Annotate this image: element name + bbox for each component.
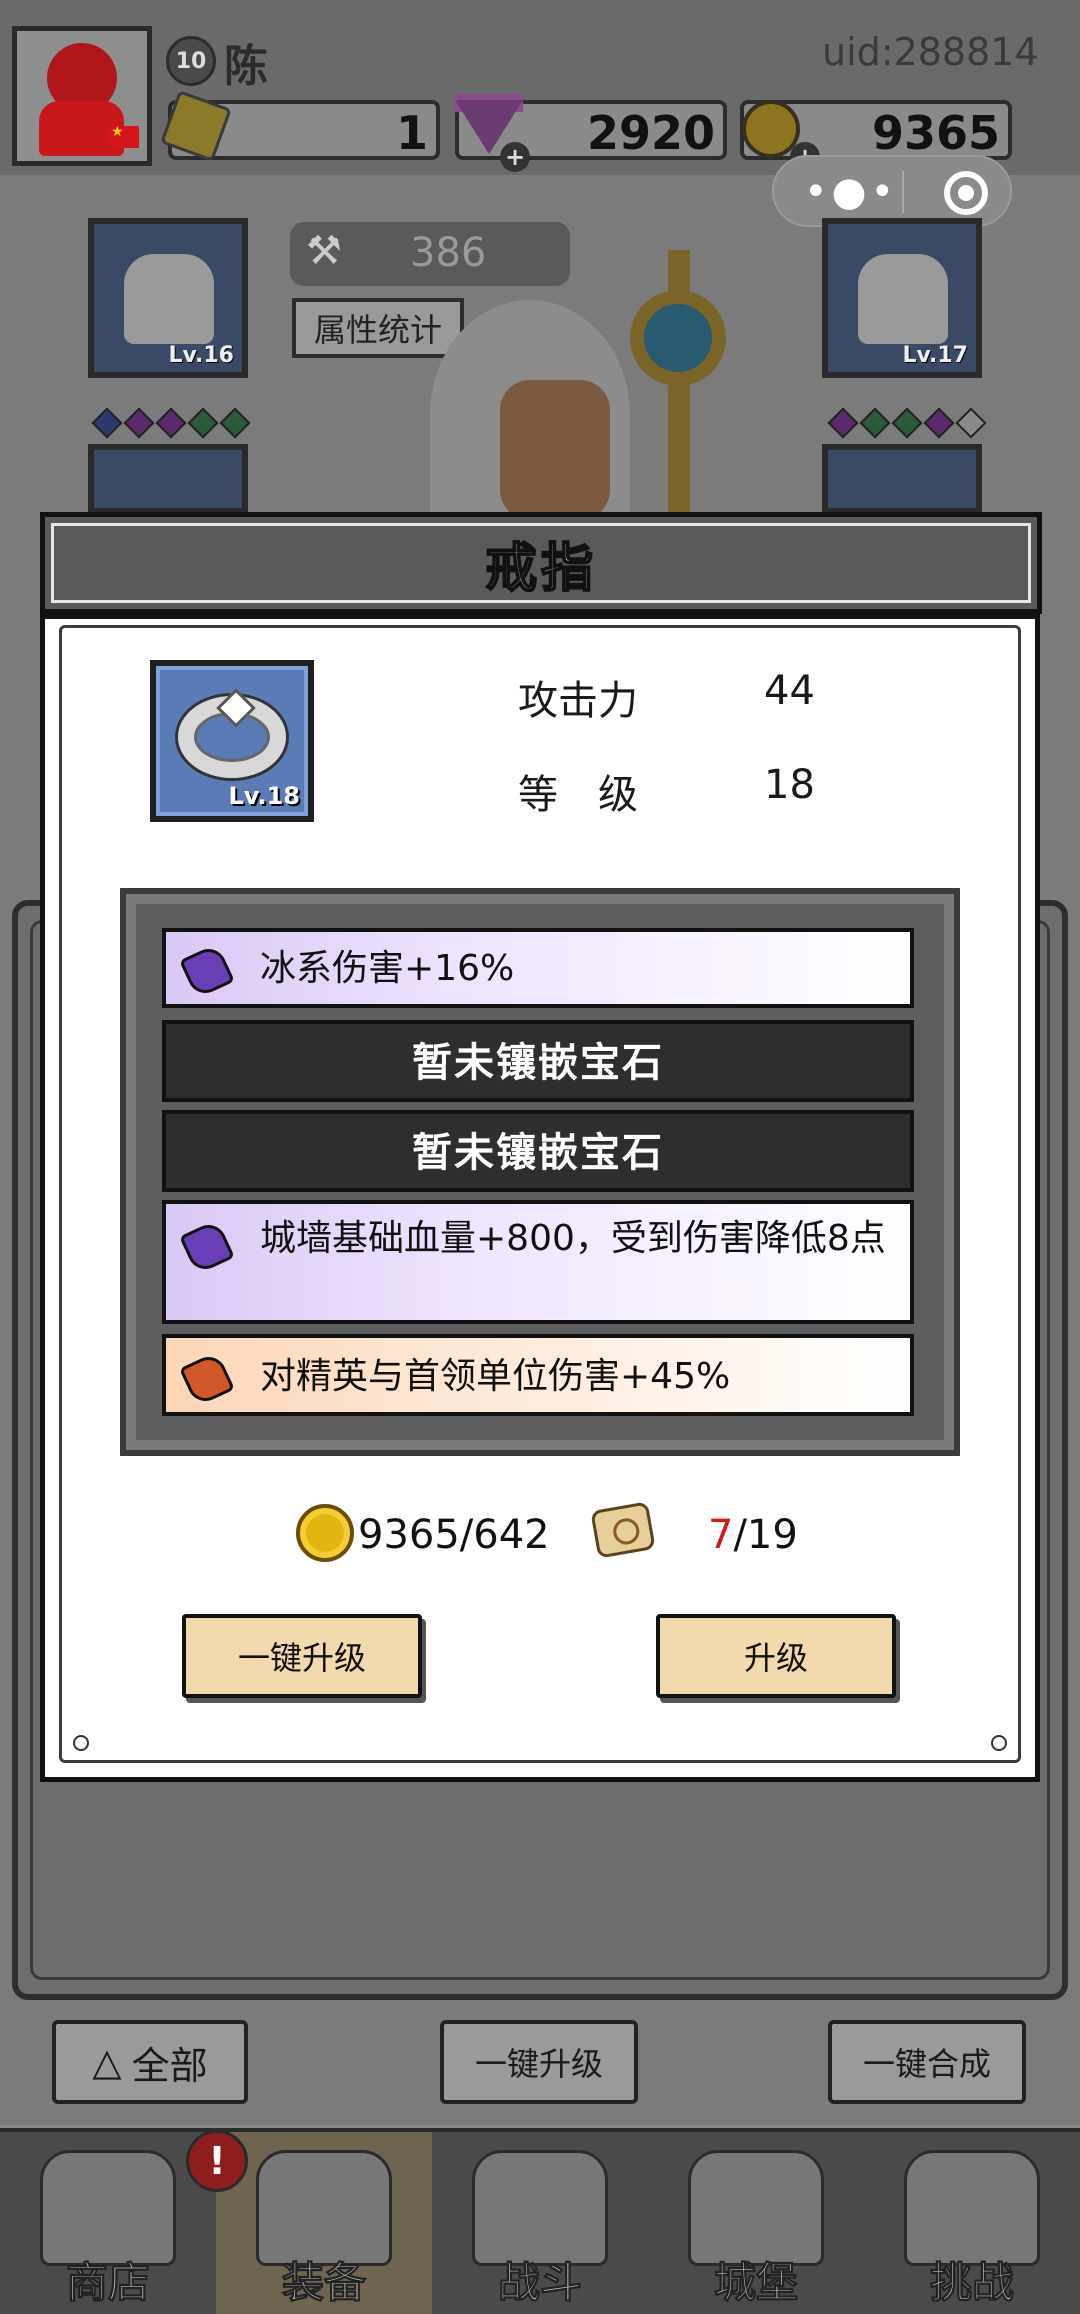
scroll-cost: 7/19 [708,1512,798,1558]
tab-castle[interactable]: 城堡 [648,2132,864,2314]
miniprogram-capsule[interactable]: •●• [772,155,1012,227]
combat-power-value: 386 [410,230,487,276]
gem-socket-5[interactable]: 对精英与首领单位伤害+45% [162,1334,914,1416]
player-name: 陈 [224,41,268,92]
hood-icon [124,254,214,344]
equip-slot-gloves[interactable] [822,444,982,514]
filter-all-button[interactable]: △ 全部 [52,2020,248,2104]
tab-label: 战斗 [497,2258,582,2308]
socket-text: 对精英与首领单位伤害+45% [260,1356,731,1397]
attack-value: 44 [764,668,815,714]
gem-socket-3[interactable]: 暂未镶嵌宝石 [162,1110,914,1192]
gold-cost: 9365/642 [358,1512,550,1558]
combat-power: ⚒ 386 [290,222,570,286]
attribute-stats-button[interactable]: 属性统计 [292,298,464,358]
gem-socket-1[interactable]: 冰系伤害+16% [162,928,914,1008]
attack-label: 攻击力 [518,678,638,724]
slot-level: Lv.17 [902,343,968,368]
hero-staff-orb [630,290,726,386]
corner-rivet [73,1735,89,1751]
scroll-have: 7 [708,1512,734,1558]
tab-shop[interactable]: 商店 [0,2132,216,2314]
triangle-up-icon: △ [92,2040,122,2084]
capsule-divider [902,171,904,213]
corner-rivet [991,1735,1007,1751]
flag-icon [109,124,139,148]
purple-gem-icon [179,1219,235,1275]
one-key-upgrade-button[interactable]: 一键升级 [182,1614,422,1698]
player-uid: uid:288814 [822,30,1039,74]
socket-text: 暂未镶嵌宝石 [412,1130,664,1176]
player-level-badge: 10 [166,36,216,86]
modal-title-bar: 戒指 [40,512,1042,614]
bulk-merge-button[interactable]: 一键合成 [828,2020,1026,2104]
bulk-upgrade-button[interactable]: 一键升级 [440,2020,638,2104]
tab-label: 商店 [65,2258,150,2308]
hero-face [500,380,610,520]
gold-value: 9365 [871,106,1000,160]
filter-all-label: 全部 [131,2043,208,2088]
tab-label: 装备 [281,2258,366,2308]
scroll-icon [590,1501,656,1559]
gem-socket-2[interactable]: 暂未镶嵌宝石 [162,1020,914,1102]
diamond-value: 2920 [586,106,715,160]
socket-text: 冰系伤害+16% [260,948,515,989]
energy-value: 1 [395,106,428,160]
modal-title: 戒指 [484,538,597,600]
scroll-need: /19 [733,1512,798,1558]
equip-slot-boots[interactable]: Lv.17 [822,218,982,378]
slot-level: Lv.16 [168,343,234,368]
upgrade-button[interactable]: 升级 [656,1614,896,1698]
avatar[interactable] [12,26,152,166]
level-value: 18 [764,762,815,808]
equip-slot-helmet[interactable]: Lv.16 [88,218,248,378]
boot-icon [858,254,948,344]
wrench-icon: ⚒ [306,228,342,274]
orange-gem-icon [179,1351,235,1407]
item-level: Lv.18 [228,782,301,810]
socket-text: 暂未镶嵌宝石 [412,1040,664,1086]
level-label: 等 级 [518,772,638,818]
tab-label: 挑战 [929,2258,1014,2308]
tab-label: 城堡 [713,2258,798,2308]
add-diamond-button[interactable]: + [500,142,530,172]
tab-battle[interactable]: 战斗 [432,2132,648,2314]
more-icon[interactable]: •●• [804,169,898,215]
socket-text: 城墙基础血量+800，受到伤害降低8点 [260,1218,886,1259]
close-icon[interactable] [944,171,988,215]
tab-equipment[interactable]: 装备 [216,2132,432,2314]
purple-gem-icon [179,943,235,999]
gold-coin-icon [296,1504,354,1562]
item-icon-slot: Lv.18 [150,660,314,822]
gem-socket-4[interactable]: 城墙基础血量+800，受到伤害降低8点 [162,1200,914,1324]
tab-challenge[interactable]: 挑战 [864,2132,1080,2314]
notification-badge: ! [186,2130,248,2192]
equip-slot-armor[interactable] [88,444,248,514]
bottom-tab-bar: 商店 装备 战斗 城堡 挑战 [0,2128,1080,2314]
